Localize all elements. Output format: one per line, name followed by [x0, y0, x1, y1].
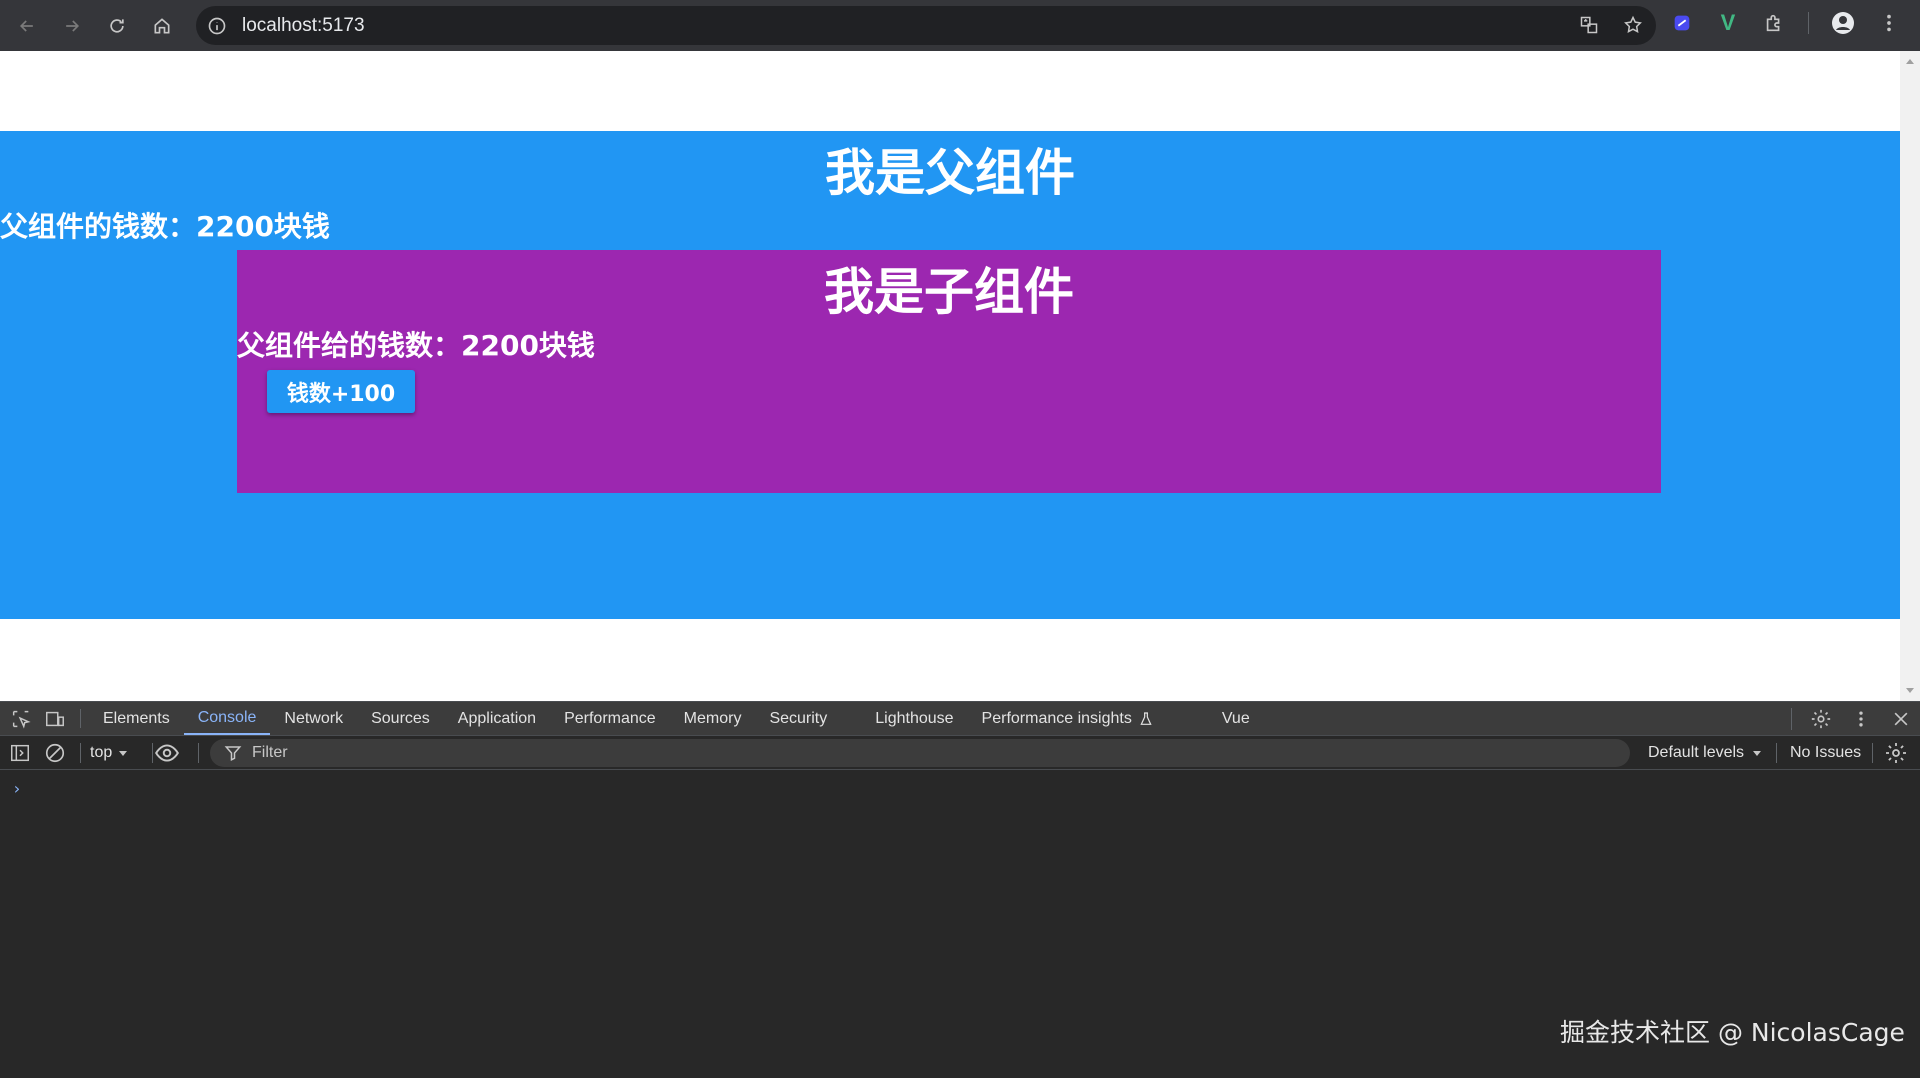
tab-network[interactable]: Network	[270, 702, 357, 735]
url-text[interactable]: localhost:5173	[242, 15, 365, 37]
tab-application[interactable]: Application	[444, 702, 550, 735]
site-info-icon[interactable]	[206, 15, 228, 37]
profile-avatar-icon[interactable]	[1831, 10, 1855, 36]
extension-icon[interactable]	[1670, 10, 1694, 36]
toolbar-separator-3	[198, 743, 199, 763]
devtools-settings-icon[interactable]	[1810, 708, 1832, 730]
toolbar-separator-5	[1872, 743, 1873, 763]
parent-title: 我是父组件	[825, 144, 1075, 202]
tab-lighthouse[interactable]: Lighthouse	[861, 702, 967, 735]
inspect-element-icon[interactable]	[4, 702, 38, 735]
devtools-tab-bar: Elements Console Network Sources Applica…	[0, 702, 1920, 736]
translate-icon[interactable]	[1578, 14, 1600, 36]
caret-down-icon	[119, 750, 128, 756]
page-scrollbar[interactable]	[1900, 51, 1920, 701]
scroll-up-icon[interactable]	[1906, 59, 1914, 64]
toolbar-separator-4	[1776, 743, 1777, 763]
forward-icon[interactable]	[58, 12, 86, 40]
extensions-puzzle-icon[interactable]	[1762, 10, 1786, 36]
bookmark-star-icon[interactable]	[1622, 14, 1644, 36]
context-selector-label: top	[90, 743, 113, 761]
console-settings-icon[interactable]	[1884, 741, 1908, 769]
child-title: 我是子组件	[824, 263, 1074, 321]
devtools-menu-icon[interactable]	[1850, 708, 1872, 730]
browser-toolbar: localhost:5173 V	[0, 0, 1920, 51]
toolbar-separator-1	[80, 743, 81, 763]
tab-security[interactable]: Security	[755, 702, 841, 735]
scroll-down-icon[interactable]	[1906, 688, 1914, 693]
clear-console-icon[interactable]	[40, 738, 70, 768]
log-levels-label: Default levels	[1648, 744, 1745, 761]
tab-elements[interactable]: Elements	[89, 702, 184, 735]
devtools-separator	[80, 709, 81, 728]
parent-component: 我是父组件 父组件的钱数：2200块钱 我是子组件 父组件给的钱数：2200块钱…	[0, 131, 1900, 619]
tab-performance-insights[interactable]: Performance insights	[968, 702, 1168, 735]
browser-menu-icon[interactable]	[1877, 10, 1901, 36]
add-money-button[interactable]: 钱数+100	[267, 370, 415, 413]
vue-devtools-extension-icon[interactable]: V	[1716, 10, 1740, 36]
levels-caret-down-icon	[1753, 751, 1762, 756]
tab-performance[interactable]: Performance	[550, 702, 670, 735]
reload-icon[interactable]	[103, 12, 131, 40]
live-expression-eye-icon[interactable]	[152, 738, 182, 768]
tab-performance-insights-label: Performance insights	[981, 709, 1132, 727]
tab-console[interactable]: Console	[183, 702, 271, 735]
tab-sources[interactable]: Sources	[357, 702, 444, 735]
devtools-separator-right	[1791, 708, 1792, 730]
back-icon[interactable]	[13, 12, 41, 40]
child-money-text: 父组件给的钱数：2200块钱	[237, 329, 595, 362]
close-devtools-icon[interactable]	[1890, 708, 1912, 730]
issues-counter[interactable]: No Issues	[1790, 736, 1861, 770]
parent-money-text: 父组件的钱数：2200块钱	[0, 210, 330, 243]
context-selector[interactable]: top	[90, 744, 128, 762]
console-toolbar: top Default levels No Issues	[0, 736, 1920, 770]
watermark: 掘金技术社区 @ NicolasCage	[1560, 1018, 1905, 1047]
home-icon[interactable]	[148, 12, 176, 40]
toolbar-separator-2	[152, 743, 153, 763]
log-levels-dropdown[interactable]: Default levels	[1648, 736, 1762, 770]
tab-vue[interactable]: Vue	[1208, 702, 1264, 735]
filter-funnel-icon	[224, 744, 242, 762]
console-filter[interactable]	[210, 739, 1630, 767]
experiment-flask-icon	[1140, 711, 1152, 725]
console-sidebar-icon[interactable]	[5, 738, 35, 768]
filter-input[interactable]	[252, 744, 852, 762]
child-component: 我是子组件 父组件给的钱数：2200块钱 钱数+100	[237, 250, 1661, 493]
tab-memory[interactable]: Memory	[670, 702, 756, 735]
device-toolbar-icon[interactable]	[38, 702, 72, 735]
toolbar-separator	[1808, 12, 1809, 34]
address-bar[interactable]: localhost:5173	[196, 6, 1656, 45]
page-viewport: 我是父组件 父组件的钱数：2200块钱 我是子组件 父组件给的钱数：2200块钱…	[0, 51, 1900, 701]
console-prompt-icon[interactable]: ›	[12, 779, 22, 798]
